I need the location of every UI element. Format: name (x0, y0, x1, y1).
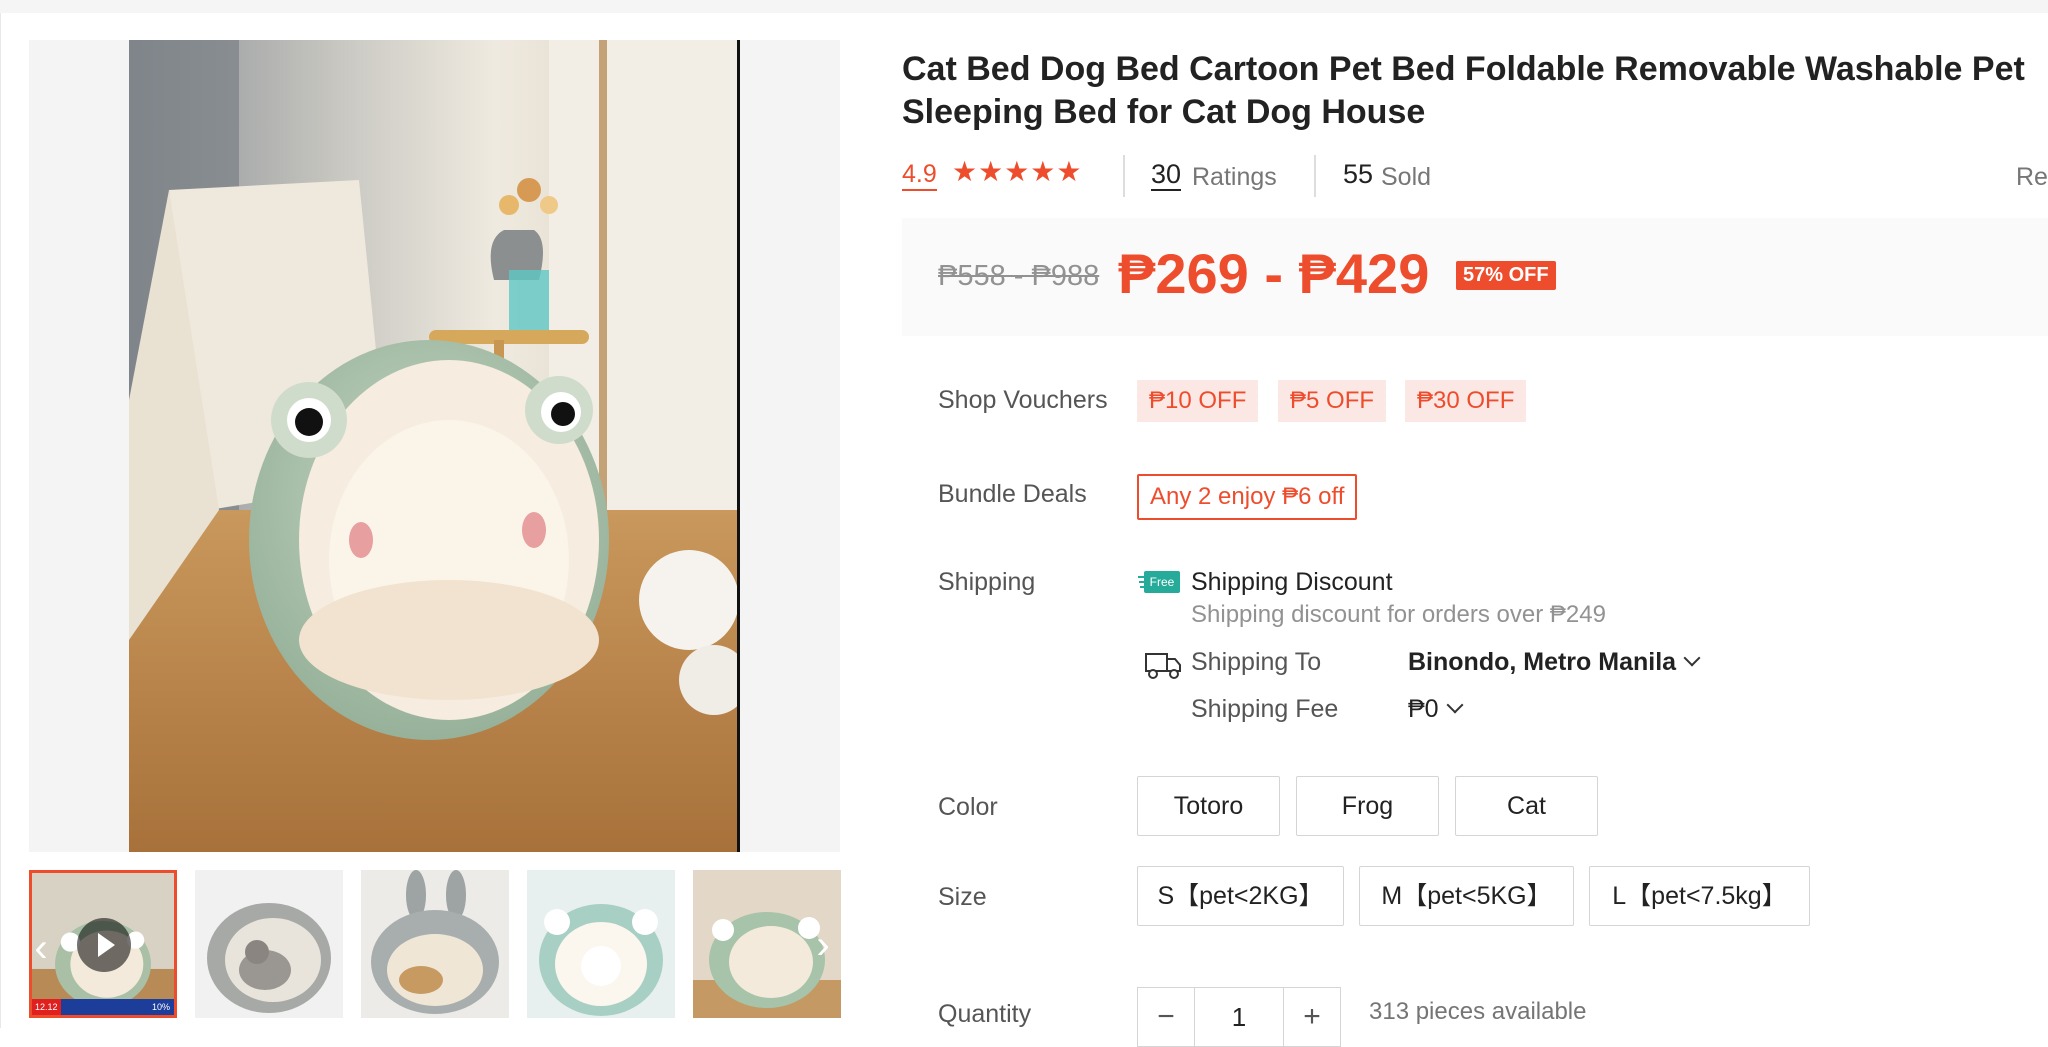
truck-icon (1144, 648, 1182, 682)
size-option-m[interactable]: M【pet<5KG】 (1359, 866, 1574, 926)
color-option-cat[interactable]: Cat (1455, 776, 1598, 836)
next-arrow-icon[interactable]: › (808, 910, 838, 980)
shipping-discount-subtitle: Shipping discount for orders over ₱249 (1191, 601, 1606, 628)
divider (1314, 155, 1316, 197)
sale-price: ₱269 - ₱429 (1118, 242, 1430, 305)
shipping-fee-dropdown[interactable]: ₱0 (1408, 695, 1464, 724)
ratings-label: Ratings (1192, 163, 1277, 191)
color-label: Color (938, 793, 998, 821)
star-rating-icon: ★★★★★ (952, 156, 1083, 187)
shipping-label: Shipping (938, 568, 1036, 596)
bundle-label: Bundle Deals (938, 480, 1087, 508)
product-title: Cat Bed Dog Bed Cartoon Pet Bed Foldable… (902, 50, 2025, 131)
size-option-s[interactable]: S【pet<2KG】 (1137, 866, 1344, 926)
quantity-input[interactable]: 1 (1194, 988, 1284, 1046)
promo-date: 12.12 (32, 999, 61, 1015)
page-edge (0, 13, 1, 1028)
vouchers-label: Shop Vouchers (938, 386, 1108, 414)
free-shipping-icon: Free (1138, 570, 1182, 596)
quantity-label: Quantity (938, 1000, 1032, 1028)
shipping-to-dropdown[interactable]: Binondo, Metro Manila (1408, 648, 1701, 677)
shipping-discount-title: Shipping Discount (1191, 568, 1393, 596)
original-price: ₱558 - ₱988 (938, 260, 1100, 292)
prev-arrow-icon[interactable]: ‹ (32, 913, 56, 983)
divider (1123, 155, 1125, 197)
chevron-down-icon (1446, 696, 1464, 714)
thumbnail-2[interactable] (195, 870, 343, 1018)
quantity-minus-button[interactable]: − (1138, 988, 1195, 1046)
shipping-fee-value: ₱0 (1408, 695, 1439, 723)
product-image-gallery (29, 40, 840, 852)
chevron-down-icon (1683, 649, 1701, 667)
top-bar (0, 0, 2048, 13)
thumbnail-3[interactable] (361, 870, 509, 1018)
price-section: ₱558 - ₱988 ₱269 - ₱429 57% OFF (902, 218, 2048, 336)
product-stats: 4.9 ★★★★★ 30 Ratings 55 Sold Rep (902, 153, 2048, 199)
promo-badge: 12.12 10% (32, 999, 174, 1015)
voucher-chip[interactable]: ₱5 OFF (1275, 380, 1387, 422)
quantity-plus-button[interactable]: + (1283, 988, 1340, 1046)
promo-text: 10% (151, 1002, 170, 1012)
thumbnail-strip: 12.12 10% ‹ › (29, 870, 841, 1018)
ratings-count[interactable]: 30 (1151, 159, 1182, 191)
voucher-chip[interactable]: ₱10 OFF (1134, 380, 1259, 422)
bundle-deal-button[interactable]: Any 2 enjoy ₱6 off (1137, 474, 1358, 520)
discount-badge: 57% OFF (1456, 261, 1556, 290)
color-option-totoro[interactable]: Totoro (1137, 776, 1280, 836)
shipping-to-label: Shipping To (1191, 648, 1322, 676)
thumbnail-5[interactable]: › (693, 870, 841, 1018)
thumbnail-4[interactable] (527, 870, 675, 1018)
free-badge-text: Free (1150, 575, 1175, 589)
size-option-l[interactable]: L【pet<7.5kg】 (1589, 866, 1810, 926)
stock-available: 313 pieces available (1369, 998, 1587, 1025)
rating-value[interactable]: 4.9 (902, 159, 937, 191)
sold-label: Sold (1381, 163, 1432, 191)
image-divider (737, 40, 740, 852)
main-product-image[interactable] (129, 40, 739, 852)
play-icon (77, 918, 131, 972)
report-link[interactable]: Rep (2016, 162, 2048, 192)
size-label: Size (938, 883, 987, 911)
shipping-to-value: Binondo, Metro Manila (1408, 648, 1677, 676)
quantity-stepper: − 1 + (1137, 987, 1341, 1047)
shipping-fee-label: Shipping Fee (1191, 695, 1339, 723)
voucher-chip[interactable]: ₱30 OFF (1402, 380, 1527, 422)
color-option-frog[interactable]: Frog (1296, 776, 1439, 836)
sold-count: 55 (1343, 159, 1374, 189)
thumbnail-video[interactable]: 12.12 10% ‹ (29, 870, 177, 1018)
